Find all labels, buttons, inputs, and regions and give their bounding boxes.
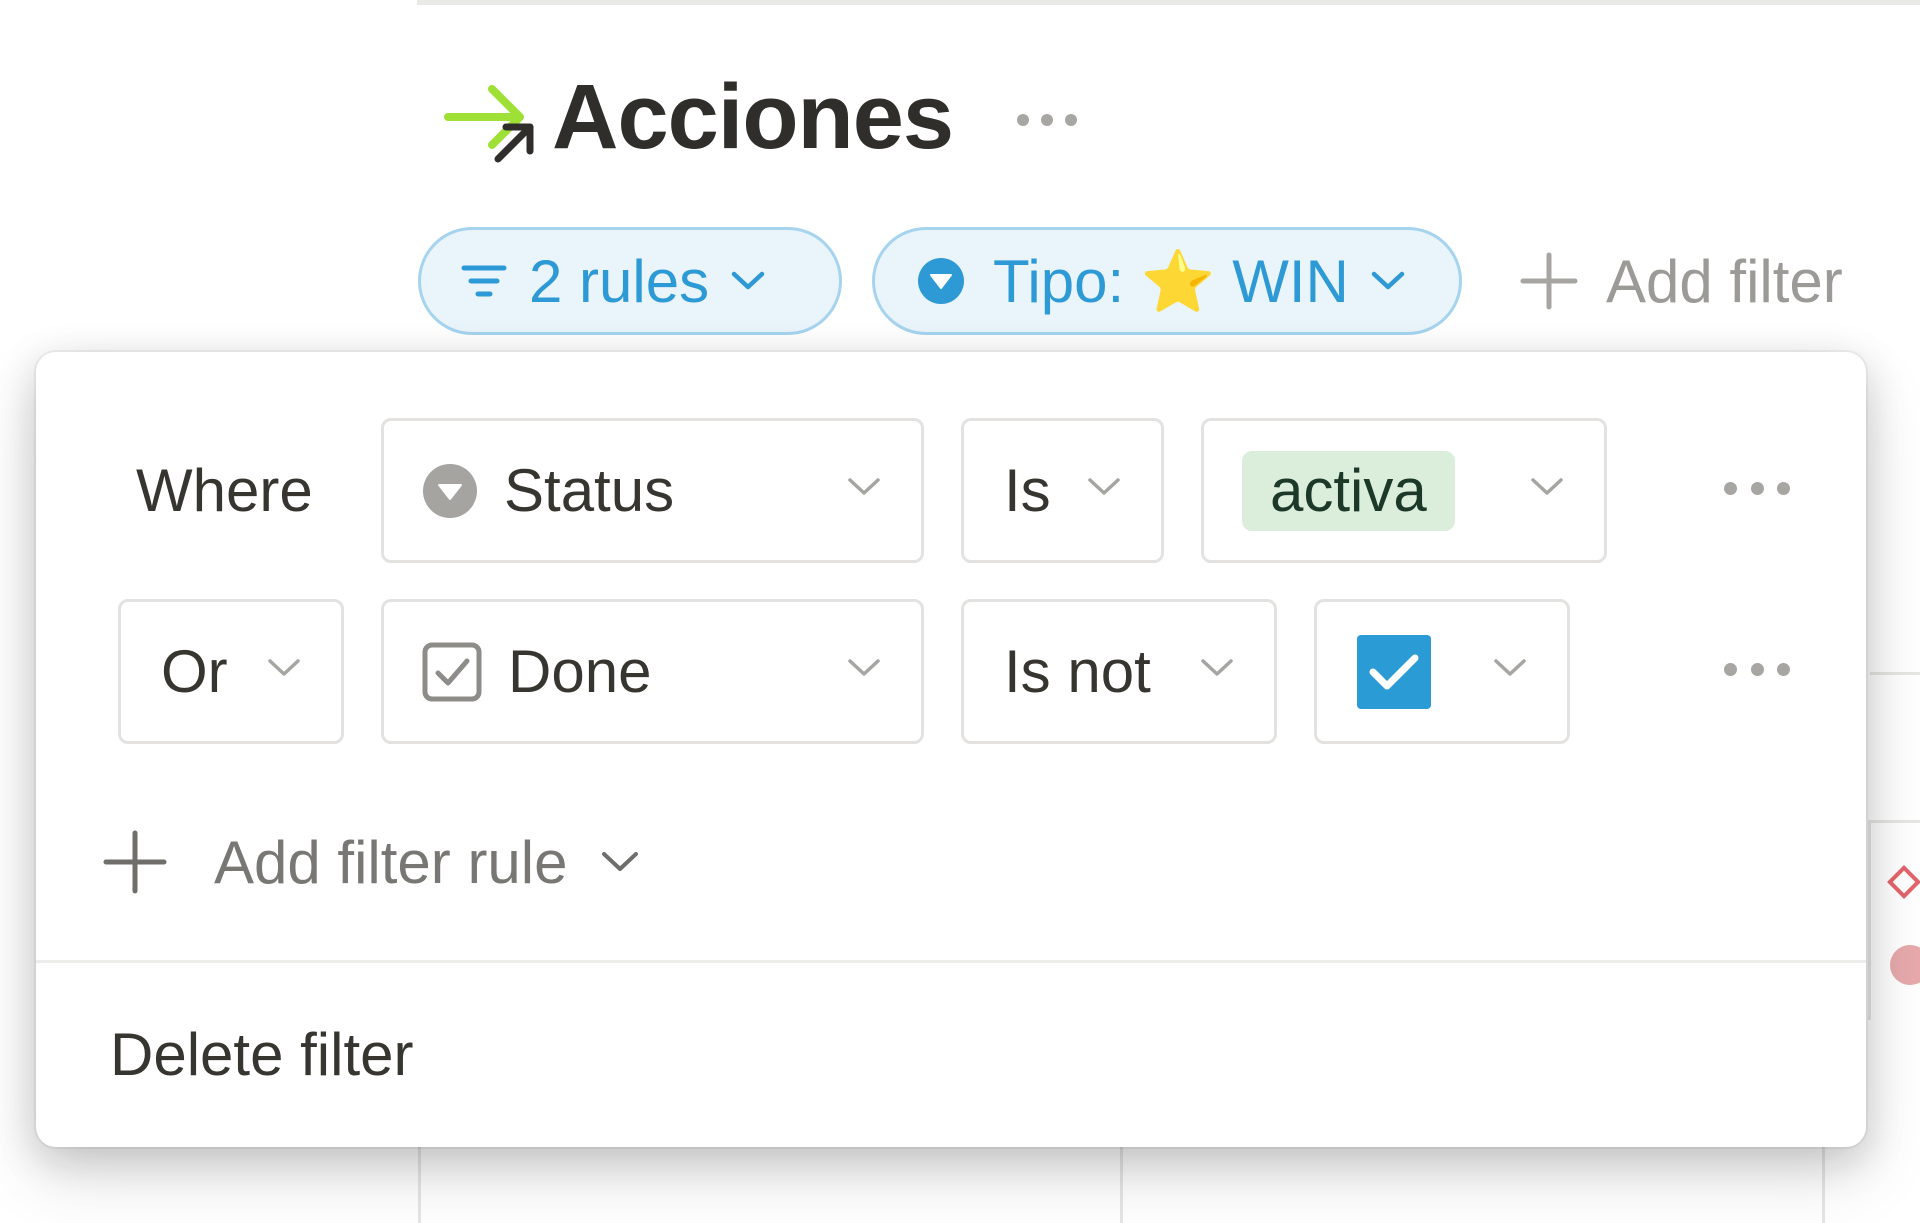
chevron-down-icon xyxy=(848,478,880,495)
page-title[interactable]: Acciones xyxy=(552,71,954,163)
rules-chip-label: 2 rules xyxy=(529,247,710,315)
operator-select[interactable]: Is not xyxy=(961,599,1277,744)
rule-more-options-icon[interactable] xyxy=(1724,663,1790,679)
plus-icon xyxy=(103,830,167,894)
operator-label: Is xyxy=(1004,457,1051,524)
value-select[interactable]: activa xyxy=(1201,418,1607,563)
top-divider xyxy=(417,0,1920,5)
select-property-icon xyxy=(918,258,964,304)
table-gridline xyxy=(418,1140,421,1223)
board-card[interactable] xyxy=(1868,820,1920,1020)
filter-lines-icon xyxy=(461,265,507,297)
chevron-down-icon xyxy=(1371,271,1405,290)
table-gridline xyxy=(1870,672,1920,675)
property-select[interactable]: Status xyxy=(381,418,924,563)
add-filter-button[interactable]: Add filter xyxy=(1520,247,1843,316)
chevron-down-icon xyxy=(1494,659,1526,676)
filter-rule: Where Status Is activa xyxy=(36,418,1866,563)
status-property-icon xyxy=(423,463,477,518)
more-options-icon[interactable] xyxy=(1015,110,1079,130)
popover-divider xyxy=(36,960,1866,963)
status-tag: activa xyxy=(1242,450,1455,531)
rules-filter-chip[interactable]: 2 rules xyxy=(418,227,842,335)
chevron-down-icon xyxy=(601,852,638,871)
checked-checkbox-icon[interactable] xyxy=(1357,634,1431,709)
chevron-down-icon xyxy=(1531,478,1563,495)
table-gridline xyxy=(1822,1140,1825,1223)
conjunction-label: Or xyxy=(161,638,228,705)
chevron-down-icon xyxy=(268,659,300,676)
arrow-right-icon xyxy=(444,85,534,163)
operator-select[interactable]: Is xyxy=(961,418,1164,563)
plus-icon xyxy=(1520,252,1578,310)
filter-popover: Where Status Is activa Or Done Is not Ad… xyxy=(36,352,1866,1147)
delete-filter-button[interactable]: Delete filter xyxy=(110,1020,413,1089)
property-select[interactable]: Done xyxy=(381,599,924,744)
chevron-down-icon xyxy=(1088,478,1120,495)
checkbox-property-icon xyxy=(422,642,482,701)
value-select[interactable] xyxy=(1314,599,1570,744)
add-filter-rule-button[interactable]: Add filter rule xyxy=(102,812,640,912)
chevron-down-icon xyxy=(848,659,880,676)
filter-rule: Or Done Is not xyxy=(36,599,1866,744)
tipo-chip-label: Tipo: ⭐ WIN xyxy=(993,247,1349,315)
page-header: Acciones xyxy=(440,62,1079,172)
chevron-down-icon xyxy=(1201,659,1233,676)
property-label: Done xyxy=(508,638,652,705)
conjunction-select[interactable]: Or xyxy=(118,599,344,744)
add-filter-label: Add filter xyxy=(1606,247,1843,315)
operator-label: Is not xyxy=(1004,638,1151,705)
table-gridline xyxy=(1120,1140,1123,1223)
filter-bar: 2 rules Tipo: ⭐ WIN Add filter xyxy=(418,227,1843,335)
rule-more-options-icon[interactable] xyxy=(1724,482,1790,498)
chevron-down-icon xyxy=(731,271,765,290)
conjunction-label: Where xyxy=(136,457,313,524)
property-label: Status xyxy=(504,457,675,524)
tipo-filter-chip[interactable]: Tipo: ⭐ WIN xyxy=(872,227,1462,335)
add-filter-rule-label: Add filter rule xyxy=(214,828,568,896)
notion-page: Acciones 2 rules Tipo: ⭐ WIN Add filter … xyxy=(0,0,1920,1223)
